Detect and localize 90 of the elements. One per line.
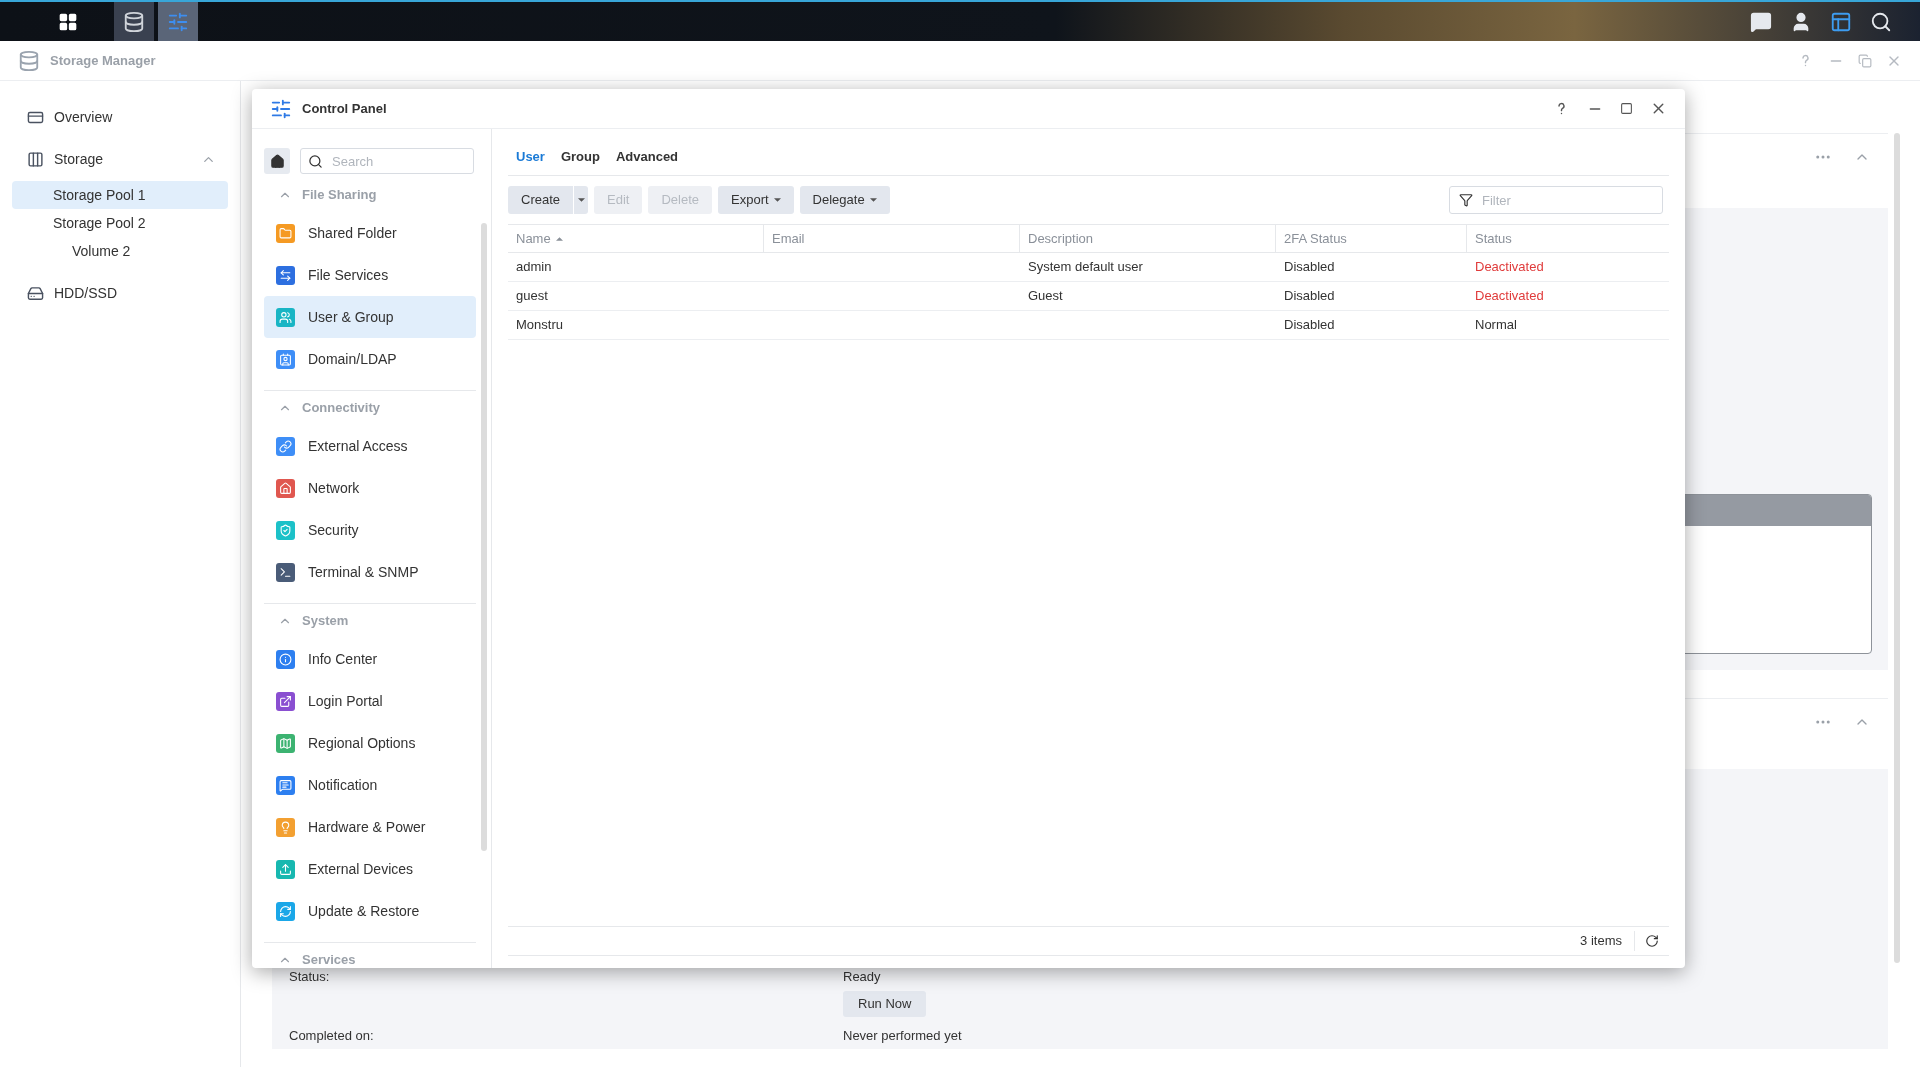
nav-item[interactable]: Security [264,509,476,551]
home-button[interactable] [264,148,290,174]
tab[interactable]: Group [552,146,608,175]
filter-field[interactable]: Filter [1449,186,1663,214]
app-icon [18,49,40,72]
table-cell-text: Normal [1475,316,1517,335]
sidebar-item[interactable]: Overview [12,103,228,131]
table-cell-text: System default user [1028,258,1143,277]
house-icon [276,478,295,498]
shield-icon [276,520,295,540]
section-heading: System [302,612,349,631]
sidebar-item[interactable]: Volume 2 [12,237,228,265]
nav-item[interactable]: Hardware & Power [264,806,476,848]
storage-icon [27,150,44,168]
search-field[interactable]: Search [300,148,474,174]
taskbar-app[interactable] [114,2,154,41]
tab[interactable]: Advanced [607,146,687,175]
scrollbar[interactable] [481,223,487,851]
section-heading: Services [302,951,356,968]
window-title: Control Panel [302,99,387,118]
nav-item[interactable]: External Access [264,425,476,467]
home-icon [269,153,285,169]
detail-label: Status: [289,968,331,986]
tab[interactable]: User [508,146,553,175]
nav-item[interactable]: Network [264,467,476,509]
caret-icon [773,198,781,202]
folder-icon [276,223,295,243]
contact-card-icon [276,349,295,369]
section-heading: File Sharing [302,186,377,205]
scrollbar[interactable] [1894,133,1900,963]
nav-item[interactable]: External Devices [264,848,476,890]
map-icon [276,733,295,753]
app-icon [270,97,292,120]
table-cell-text: Disabled [1284,316,1335,335]
terminal-icon [276,562,295,582]
refresh-icon[interactable] [1645,934,1659,948]
detail-label: Completed on: [289,1027,375,1045]
sliders-icon [167,10,189,33]
section-heading: Connectivity [302,399,380,418]
refresh-arrows-icon [276,901,295,921]
table-cell-text: guest [516,287,548,306]
menu-button[interactable]: Delegate [799,186,890,214]
nav-item[interactable]: User & Group [264,296,476,338]
table-cell-text: Disabled [1284,287,1335,306]
sidebar-item[interactable]: Storage Pool 1 [12,181,228,209]
nav-item[interactable]: Login Portal [264,680,476,722]
nav-item[interactable]: Notification [264,764,476,806]
table-cell-text: Deactivated [1475,258,1544,277]
nav-item[interactable]: Regional Options [264,722,476,764]
nav-item[interactable]: Info Center [264,638,476,680]
chat-icon[interactable] [1750,10,1772,33]
window-title: Storage Manager [50,51,156,70]
table-cell-text: Disabled [1284,258,1335,277]
search-icon [308,154,323,169]
caret-icon [577,198,585,202]
sidebar-item[interactable]: Storage Pool 2 [12,209,228,237]
upload-icon [276,859,295,879]
main-menu-icon[interactable] [58,11,78,32]
message-icon [276,775,295,795]
nav-item[interactable]: Terminal & SNMP [264,551,476,593]
restore-icon[interactable] [1858,53,1872,68]
table-cell-text: admin [516,258,552,277]
detail-value: Ready [843,968,881,986]
sidebar-item[interactable]: Storage [12,145,228,173]
nav-item[interactable]: Domain/LDAP [264,338,476,380]
arrows-icon [276,265,295,285]
item-count: 3 items [1580,931,1635,951]
info-icon [276,649,295,669]
nav-item[interactable]: Update & Restore [264,890,476,932]
dropdown-button[interactable] [574,186,589,214]
nav-item[interactable]: File Services [264,254,476,296]
widgets-icon[interactable] [1830,10,1852,33]
maximize-icon[interactable] [1620,102,1633,115]
users-icon [276,307,295,327]
search-icon[interactable] [1870,10,1892,33]
table-cell-text: Monstru [516,316,563,335]
caret-icon [869,198,877,202]
toolbar-button[interactable]: Create [508,186,574,214]
sidebar-item[interactable]: HDD/SSD [12,279,228,307]
filter-icon [1459,193,1473,207]
table-cell-text: Guest [1028,287,1063,306]
link-icon [276,436,295,456]
database-icon [123,10,145,33]
nav-item[interactable]: Shared Folder [264,212,476,254]
run-now-button[interactable]: Run Now [843,991,927,1017]
lightbulb-icon [276,817,295,837]
table-cell-text: Deactivated [1475,287,1544,306]
menu-button[interactable]: Export [718,186,794,214]
detail-value: Never performed yet [843,1027,962,1045]
sort-caret-icon [555,236,563,241]
